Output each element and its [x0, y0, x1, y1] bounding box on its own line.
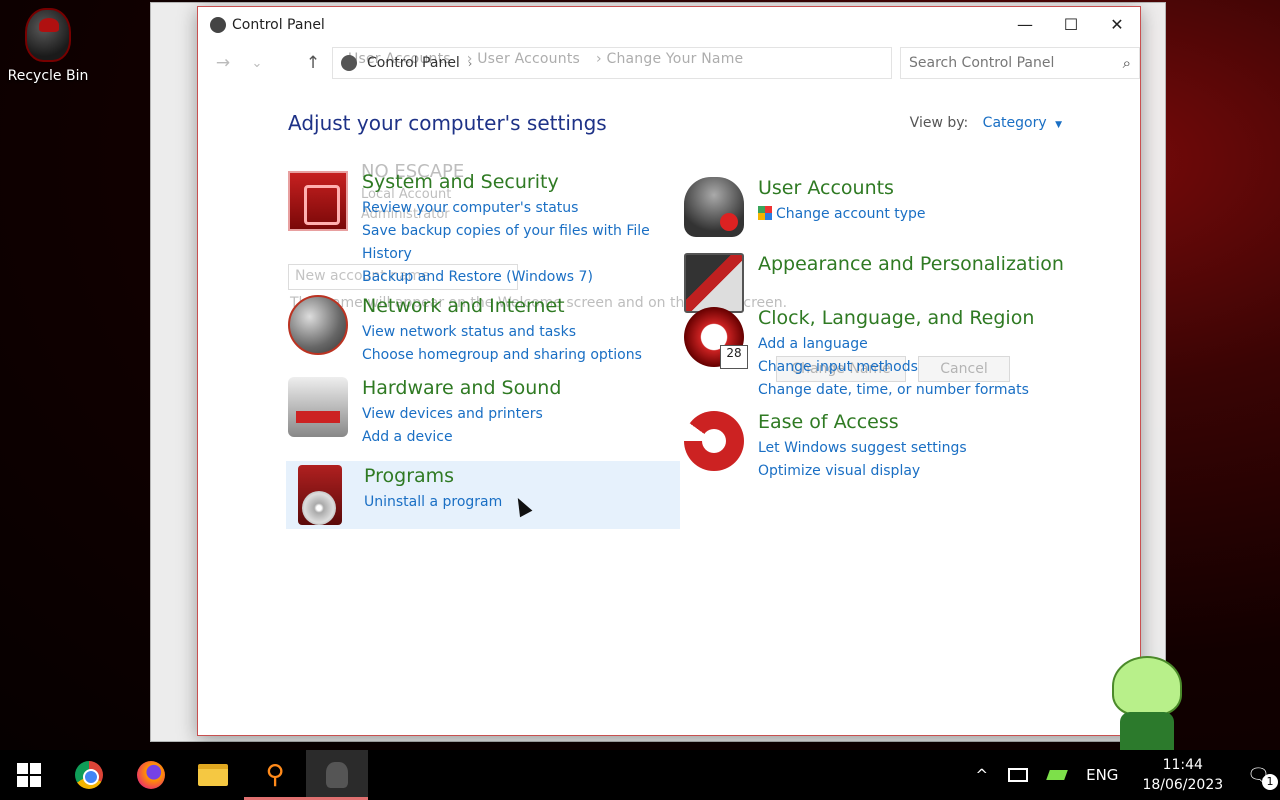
clock-icon[interactable]	[684, 307, 748, 369]
chrome-icon	[75, 761, 103, 789]
start-icon	[17, 763, 41, 787]
tray-network[interactable]	[998, 750, 1038, 800]
category-link[interactable]: Add a device	[362, 426, 561, 449]
notification-count: 1	[1262, 774, 1278, 790]
forward-button[interactable]: →	[208, 48, 238, 78]
category-system-security: System and Security Review your computer…	[288, 171, 678, 289]
recent-locations-button[interactable]: ⌄	[242, 48, 272, 78]
recycle-bin-label: Recycle Bin	[7, 68, 89, 84]
globe-icon[interactable]	[288, 295, 348, 355]
firefox-icon	[137, 761, 165, 789]
file-explorer-icon	[198, 764, 228, 786]
taskbar: ⚲ ^ ENG 11:44 18/06/2023 🗨 1	[0, 750, 1280, 800]
category-link[interactable]: Choose homegroup and sharing options	[362, 344, 642, 367]
notification-center-button[interactable]: 🗨 1	[1237, 750, 1280, 800]
ease-of-access-icon[interactable]	[684, 411, 744, 471]
category-appearance: Appearance and Personalization	[684, 253, 1084, 313]
tray-overflow-chevron[interactable]: ^	[966, 750, 999, 800]
category-title[interactable]: System and Security	[362, 171, 662, 193]
start-button[interactable]	[0, 750, 58, 800]
system-tray: ^ ENG 11:44 18/06/2023 🗨 1	[966, 750, 1280, 800]
clock-date: 18/06/2023	[1142, 777, 1224, 793]
address-bar[interactable]: Control Panel ›	[332, 47, 892, 79]
category-hardware-sound: Hardware and Sound View devices and prin…	[288, 377, 678, 449]
navigation-bar: ← → ⌄ ↑ User Accounts› User Accounts› Ch…	[198, 43, 1140, 83]
category-title[interactable]: User Accounts	[758, 177, 926, 199]
mascot-body	[1120, 712, 1174, 750]
up-button[interactable]: ↑	[298, 48, 328, 78]
category-title[interactable]: Appearance and Personalization	[758, 253, 1064, 275]
window-controls: — ☐ ✕	[1002, 7, 1140, 41]
uac-shield-icon	[758, 206, 772, 220]
category-clock-language-region: Clock, Language, and Region Add a langua…	[684, 307, 1084, 402]
dropdown-caret-icon[interactable]: ▼	[1055, 120, 1062, 130]
category-link[interactable]: View network status and tasks	[362, 321, 642, 344]
title-bar[interactable]: Control Panel — ☐ ✕	[198, 7, 1140, 43]
category-title[interactable]: Ease of Access	[758, 411, 967, 433]
maximize-button[interactable]: ☐	[1048, 7, 1094, 41]
minimize-button[interactable]: —	[1002, 7, 1048, 41]
shield-firewall-icon[interactable]	[288, 171, 348, 231]
close-button[interactable]: ✕	[1094, 7, 1140, 41]
control-panel-icon	[210, 17, 226, 33]
search-icon[interactable]: ⌕	[1123, 54, 1131, 72]
category-link[interactable]: Change date, time, or number formats	[758, 379, 1034, 402]
control-panel-address-icon	[341, 55, 357, 71]
taskbar-media-app[interactable]	[306, 750, 368, 800]
category-network-internet: Network and Internet View network status…	[288, 295, 678, 367]
monitor-icon[interactable]	[684, 253, 744, 313]
view-by-dropdown[interactable]: Category	[983, 115, 1047, 131]
category-link[interactable]: Change input methods	[758, 356, 1034, 379]
recycle-bin-icon	[25, 8, 71, 62]
category-title[interactable]: Hardware and Sound	[362, 377, 561, 399]
network-icon	[1008, 768, 1029, 782]
tray-vpn[interactable]	[1038, 750, 1076, 800]
control-panel-window: Control Panel — ☐ ✕ ← → ⌄ ↑ User Account…	[197, 6, 1141, 736]
tray-clock[interactable]: 11:44 18/06/2023	[1128, 750, 1237, 800]
view-by-label: View by:	[909, 115, 969, 131]
search-magnifier-icon: ⚲	[265, 760, 285, 790]
category-title[interactable]: Programs	[364, 465, 502, 487]
window-title: Control Panel	[232, 17, 325, 33]
category-ease-of-access: Ease of Access Let Windows suggest setti…	[684, 411, 1084, 483]
view-by: View by: Category ▼	[910, 115, 1062, 131]
taskbar-chrome[interactable]	[58, 750, 120, 800]
media-app-icon	[326, 762, 348, 788]
taskbar-firefox[interactable]	[120, 750, 182, 800]
category-title[interactable]: Network and Internet	[362, 295, 642, 317]
recycle-bin-shortcut[interactable]: Recycle Bin	[4, 8, 92, 84]
category-link[interactable]: Add a language	[758, 333, 1034, 356]
address-crumb[interactable]: Control Panel	[367, 55, 460, 71]
category-link[interactable]: Review your computer's status	[362, 197, 662, 220]
desktop-mascot[interactable]	[1108, 652, 1186, 750]
search-placeholder: Search Control Panel	[909, 55, 1055, 71]
users-icon[interactable]	[684, 177, 744, 237]
vpn-icon	[1046, 770, 1068, 780]
back-button[interactable]: ←	[197, 48, 198, 78]
programs-icon[interactable]	[298, 465, 342, 525]
category-link[interactable]: Uninstall a program	[364, 491, 502, 514]
clock-time: 11:44	[1162, 757, 1203, 773]
taskbar-search-app[interactable]: ⚲	[244, 750, 306, 800]
category-programs[interactable]: Programs Uninstall a program	[286, 461, 680, 529]
category-title[interactable]: Clock, Language, and Region	[758, 307, 1034, 329]
address-chevron-icon[interactable]: ›	[468, 57, 472, 70]
taskbar-file-explorer[interactable]	[182, 750, 244, 800]
category-link[interactable]: Let Windows suggest settings	[758, 437, 967, 460]
printer-icon[interactable]	[288, 377, 348, 437]
search-box[interactable]: Search Control Panel ⌕	[900, 47, 1140, 79]
category-link[interactable]: View devices and printers	[362, 403, 561, 426]
category-link[interactable]: Save backup copies of your files with Fi…	[362, 220, 662, 266]
category-link[interactable]: Backup and Restore (Windows 7)	[362, 266, 662, 289]
category-user-accounts: User Accounts Change account type	[684, 177, 1084, 237]
mascot-head	[1112, 656, 1182, 716]
category-link[interactable]: Optimize visual display	[758, 460, 967, 483]
category-link[interactable]: Change account type	[758, 203, 926, 226]
language-indicator[interactable]: ENG	[1076, 750, 1128, 800]
page-heading: Adjust your computer's settings	[288, 111, 607, 135]
